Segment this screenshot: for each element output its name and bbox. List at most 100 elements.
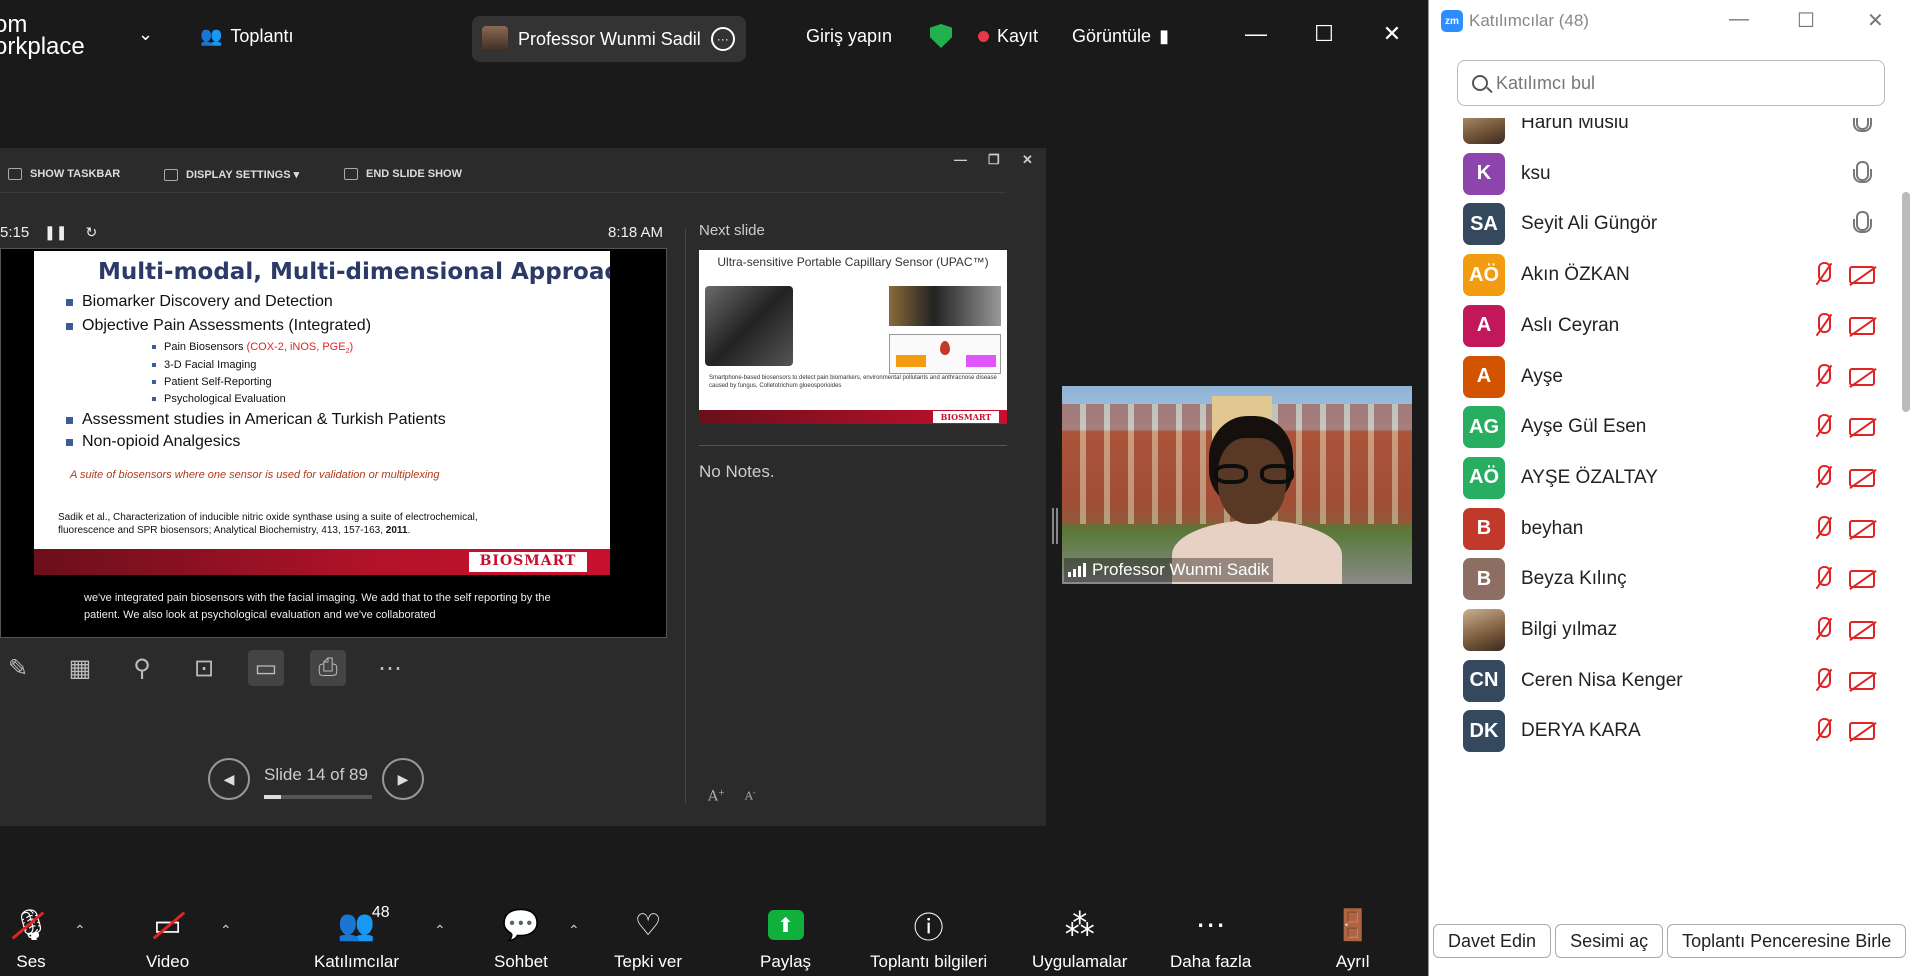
panel-actions: Davet Edin Sesimi aç Toplantı Penceresin… [1433,924,1907,958]
current-slide[interactable]: Multi-modal, Multi-dimensional Approach … [34,251,610,575]
next-slide-preview[interactable]: Ultra-sensitive Portable Capillary Senso… [699,250,1007,424]
pen-icon[interactable]: ✎ [0,650,36,686]
font-increase-icon[interactable]: A+ [708,788,725,805]
meeting-button[interactable]: 👥 Toplantı [200,26,293,47]
next-slide-button[interactable]: ▶ [381,758,424,800]
mic-muted-icon [1813,617,1831,643]
participant-search[interactable] [1457,60,1885,106]
speaker-video-tile[interactable] [1062,386,1412,584]
signal-strength-icon [1068,563,1086,577]
info-icon: ⓘ [913,912,944,945]
chevron-down-icon[interactable]: ⌄ [138,24,153,45]
presenter-tools: ✎ ▦ ⚲ ⊡ ▭ ⎙ ⋯ [0,648,408,688]
search-icon [1472,75,1488,91]
audio-options-caret-icon[interactable]: ⌃ [74,922,86,939]
chat-button[interactable]: 💬 Sohbet [494,906,548,972]
font-decrease-icon[interactable]: A- [745,788,756,805]
chat-caret-icon[interactable]: ⌃ [568,922,580,939]
share-label: Paylaş [760,952,812,971]
leave-label: Ayrıl [1335,952,1370,971]
maximize-icon[interactable]: ☐ [1310,20,1338,48]
panel-close-icon[interactable]: ✕ [1867,8,1884,33]
black-screen-icon[interactable]: ⊡ [186,650,222,686]
participants-caret-icon[interactable]: ⌃ [434,922,446,939]
minimize-icon[interactable]: — [1242,20,1270,48]
record-label: Kayıt [997,26,1039,46]
record-button[interactable]: Kayıt [978,26,1038,47]
participant-scrollbar[interactable] [1899,112,1913,902]
react-button[interactable]: ♡ Tepki ver [614,906,682,972]
video-options-caret-icon[interactable]: ⌃ [220,922,232,939]
pane-divider[interactable] [685,228,686,804]
leave-button[interactable]: 🚪 Ayrıl [1334,906,1371,972]
mic-muted-icon [1813,414,1831,440]
mic-muted-icon [1813,464,1831,491]
audio-button[interactable]: 🎙 Ses [12,906,50,972]
participant-search-input[interactable] [1496,72,1856,94]
apps-button[interactable]: ⁂ Uygulamalar [1032,906,1127,972]
close-icon[interactable]: ✕ [1378,20,1406,48]
end-slide-show-button[interactable]: END SLIDE SHOW [344,168,462,180]
display-settings-button[interactable]: DISPLAY SETTINGS ▾ [164,168,299,181]
participant-avatar: B [1463,507,1505,550]
show-taskbar-button[interactable]: SHOW TASKBAR [8,168,120,180]
slide-subbullet: Patient Self-Reporting [152,376,272,388]
video-off-icon [1849,316,1875,335]
participant-name: DERYA KARA [1521,720,1641,742]
more-options-icon[interactable]: ··· [710,27,735,51]
pp-close-icon[interactable]: ✕ [1022,152,1033,168]
participant-name: Seyit Ali Güngör [1521,213,1658,235]
resize-grip[interactable] [1052,508,1058,544]
participant-name: Akın ÖZKAN [1521,264,1630,286]
camera-icon[interactable]: ⎙ [310,650,346,686]
view-button[interactable]: Görüntüle ▮ [1072,26,1169,47]
taskbar-icon [8,168,22,180]
pp-restore-icon[interactable]: ❐ [988,152,1000,168]
slide-counter-label: Slide 14 of 89 [264,765,368,784]
panel-minimize-icon[interactable]: — [1729,8,1749,31]
see-all-slides-icon[interactable]: ▦ [62,650,98,686]
zoom-magnifier-icon[interactable]: ⚲ [124,650,160,686]
restart-icon[interactable]: ↻ [85,224,97,241]
merge-meeting-window-button[interactable]: Toplantı Penceresine Birle [1667,924,1907,958]
video-off-icon [1849,367,1875,386]
invite-button[interactable]: Davet Edin [1433,924,1552,958]
share-button[interactable]: ⬆ Paylaş [760,906,811,972]
pause-icon[interactable]: ❚❚ [44,224,67,241]
scrollbar-thumb[interactable] [1902,192,1910,412]
presenter-pill[interactable]: Professor Wunmi Sadil ··· [472,16,746,62]
presenter-view-window: SHOW TASKBAR DISPLAY SETTINGS ▾ END SLID… [0,148,1046,826]
more-label: Daha fazla [1170,952,1252,971]
slide-counter: Slide 14 of 89 [264,765,372,799]
unmute-me-button[interactable]: Sesimi aç [1555,924,1664,958]
previous-slide-button[interactable]: ◀ [208,758,250,800]
participant-name: beyhan [1521,517,1584,539]
next-slide-label: Next slide [699,222,765,239]
video-label: Video [146,952,190,971]
notes-divider[interactable] [699,445,1007,446]
meeting-info-button[interactable]: ⓘ Toplantı bilgileri [870,906,987,972]
biosmart-logo: BIOSMART [468,551,588,573]
leave-door-icon: 🚪 [1334,908,1372,942]
slide-note: A suite of biosensors where one sensor i… [70,469,440,481]
slide-citation: Sadik et al., Characterization of induci… [58,512,478,536]
participant-name: Harun Muslu [1521,118,1629,133]
display-settings-icon [164,168,178,181]
mic-muted-icon [1813,718,1831,744]
subtitles-icon[interactable]: ▭ [248,650,284,686]
video-button[interactable]: ▭ Video [146,906,189,972]
participant-row[interactable]: DK DERYA KARA [1429,700,1899,762]
participant-avatar [1463,118,1505,144]
slide-subbullet: 3-D Facial Imaging [151,359,257,371]
participants-button[interactable]: 👥 48 Katılımcılar [314,904,399,972]
more-button[interactable]: ⋯ Daha fazla [1170,906,1251,972]
panel-maximize-icon[interactable]: ☐ [1797,8,1815,33]
mic-muted-icon [1813,667,1831,694]
microphone-icon [1851,160,1872,187]
sign-in-button[interactable]: Giriş yapın [806,26,892,47]
more-options-icon[interactable]: ⋯ [372,650,408,686]
security-shield-icon[interactable] [930,24,952,48]
participant-name: Aslı Ceyran [1521,314,1620,336]
microphone-muted-icon: 🎙 [12,906,50,944]
pp-minimize-icon[interactable]: — [954,152,967,167]
